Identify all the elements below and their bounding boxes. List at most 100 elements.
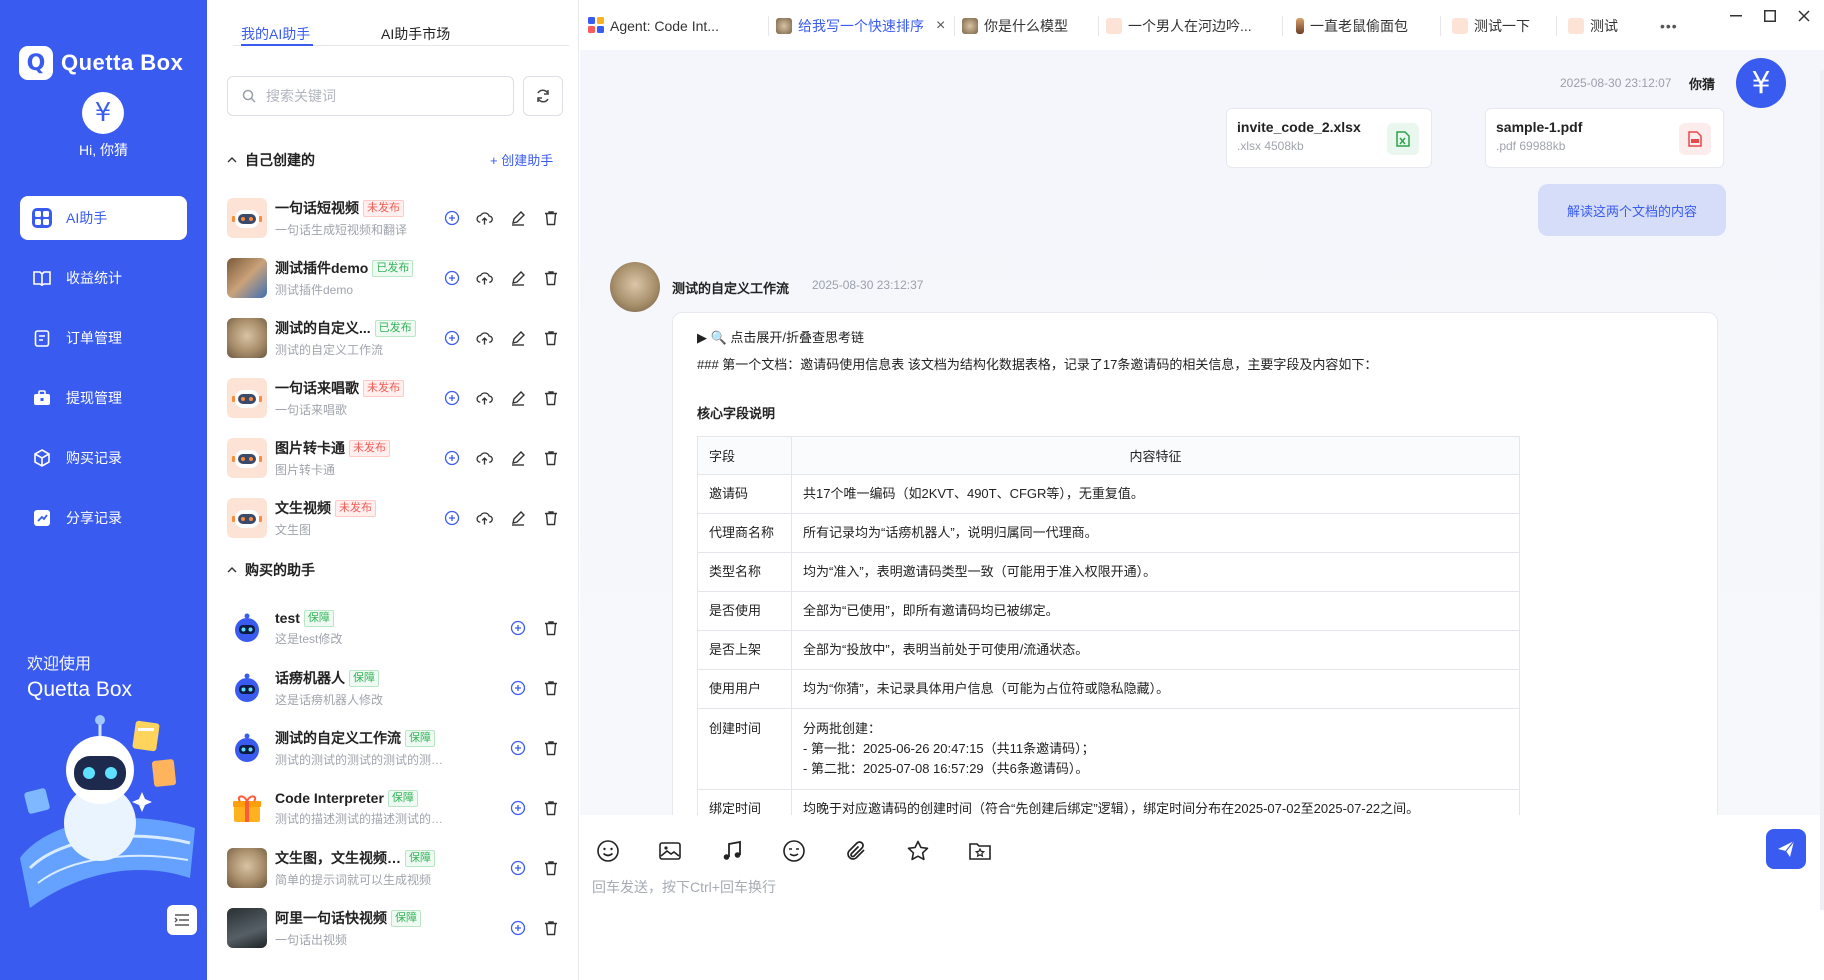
assistant-desc: 一句话来唱歌 [275,403,348,417]
nav-item-ai-assistant[interactable]: AI助手 [20,196,187,240]
folder-button[interactable] [966,837,994,865]
delete-icon[interactable] [542,210,559,227]
section-bought-toggle[interactable]: 购买的助手 [227,560,315,580]
delete-icon[interactable] [542,800,559,817]
more-tabs-button[interactable]: ••• [1660,16,1678,36]
chat-plus-icon[interactable] [443,270,460,287]
edit-icon[interactable] [509,270,526,287]
chat-plus-icon[interactable] [509,680,526,697]
close-icon[interactable]: × [936,17,945,35]
assistant-item[interactable]: 文生视频 未发布 文生图 [227,488,567,548]
nav-item-orders[interactable]: 订单管理 [20,316,187,360]
chat-plus-icon[interactable] [509,860,526,877]
chat-plus-icon[interactable] [509,800,526,817]
message-list[interactable]: 2025-08-30 23:12:07 你猜 ¥ invite_code_2.x… [580,50,1824,815]
cloud-upload-icon[interactable] [476,510,493,527]
reasoning-toggle[interactable]: ▶ 🔍 点击展开/折叠查思考链 [697,327,1693,346]
assistant-item[interactable]: test 保障 这是test修改 [227,598,567,658]
delete-icon[interactable] [542,510,559,527]
tab-test[interactable]: 测试 [1568,16,1618,36]
assistant-item[interactable]: 一句话短视频 未发布 一句话生成短视频和翻译 [227,188,567,248]
delete-icon[interactable] [542,920,559,937]
delete-icon[interactable] [542,450,559,467]
assistant-title-line: 测试的自定义工作流 保障 [275,728,445,748]
assistant-item[interactable]: Code Interpreter 保障 测试的描述测试的描述测试的描述测... [227,778,567,838]
tab-my-assistants[interactable]: 我的AI助手 [241,24,310,44]
assistant-item[interactable]: 测试的自定义... 已发布 测试的自定义工作流 [227,308,567,368]
collapse-sidebar-button[interactable] [167,905,197,935]
chat-scrollbar[interactable] [1820,70,1824,910]
assistant-desc: 测试的自定义工作流 [275,343,384,357]
assistant-item[interactable]: 图片转卡通 未发布 图片转卡通 [227,428,567,488]
edit-icon[interactable] [509,330,526,347]
table-row: 是否使用 全部为“已使用”，即所有邀请码均已被绑定。 [697,591,1520,631]
search-input[interactable] [266,88,486,104]
delete-icon[interactable] [542,680,559,697]
user-avatar[interactable]: ¥ [82,92,124,134]
assistant-meta: 话痨机器人 保障 这是话痨机器人修改 [275,668,445,708]
edit-icon[interactable] [509,510,526,527]
section-created-toggle[interactable]: 自己创建的 [227,150,315,170]
cloud-upload-icon[interactable] [476,390,493,407]
tab-quicksort[interactable]: 给我写一个快速排序 × [776,16,945,36]
image-button[interactable] [656,837,684,865]
attach-button[interactable] [842,837,870,865]
refresh-button[interactable] [523,76,563,116]
sticker-button[interactable] [780,837,808,865]
item-actions [509,740,559,757]
delete-icon[interactable] [542,390,559,407]
chat-plus-icon[interactable] [509,620,526,637]
assistant-item[interactable]: 测试插件demo 已发布 测试插件demo [227,248,567,308]
tab-assistant-market[interactable]: AI助手市场 [381,24,450,44]
assistant-title-line: 测试插件demo 已发布 [275,258,445,278]
delete-icon[interactable] [542,270,559,287]
delete-icon[interactable] [542,860,559,877]
chat-plus-icon[interactable] [443,330,460,347]
nav-item-revenue[interactable]: 收益统计 [20,256,187,300]
nav-item-withdraw[interactable]: 提现管理 [20,376,187,420]
assistant-title-line: 测试的自定义... 已发布 [275,318,445,338]
cloud-upload-icon[interactable] [476,330,493,347]
edit-icon[interactable] [509,210,526,227]
delete-icon[interactable] [542,740,559,757]
assistant-item[interactable]: 一句话来唱歌 未发布 一句话来唱歌 [227,368,567,428]
tab-mouse-bread[interactable]: 一直老鼠偷面包 [1296,16,1408,36]
composer-toolbar [594,837,994,865]
tab-man-by-river[interactable]: 一个男人在河边吟... [1106,16,1252,36]
nav-item-shares[interactable]: 分享记录 [20,496,187,540]
edit-icon[interactable] [509,390,526,407]
chat-plus-icon[interactable] [509,740,526,757]
delete-icon[interactable] [542,620,559,637]
emoji-button[interactable] [594,837,622,865]
cloud-upload-icon[interactable] [476,210,493,227]
music-button[interactable] [718,837,746,865]
minimize-button[interactable] [1726,6,1746,26]
chat-plus-icon[interactable] [509,920,526,937]
favorite-button[interactable] [904,837,932,865]
chat-plus-icon[interactable] [443,510,460,527]
send-button[interactable] [1766,829,1806,869]
assistant-item[interactable]: 文生图，文生视频，图生... 保障 简单的提示词就可以生成视频 [227,838,567,898]
assistant-item[interactable]: 阿里一句话快视频 保障 一句话出视频 [227,898,567,958]
attachment-card[interactable]: sample-1.pdf .pdf 69988kb [1485,108,1724,168]
tab-test-once[interactable]: 测试一下 [1452,16,1530,36]
assistant-item[interactable]: 话痨机器人 保障 这是话痨机器人修改 [227,658,567,718]
nav-item-purchases[interactable]: 购买记录 [20,436,187,480]
chat-plus-icon[interactable] [443,390,460,407]
close-window-button[interactable] [1794,6,1814,26]
assistant-item[interactable]: 测试的自定义工作流 保障 测试的测试的测试的测试的测试的测... [227,718,567,778]
tab-agent-code-interpreter[interactable]: Agent: Code Int... [588,16,719,36]
maximize-button[interactable] [1760,6,1780,26]
tab-which-model[interactable]: 你是什么模型 [962,16,1068,36]
cloud-upload-icon[interactable] [476,270,493,287]
assistant-name: 话痨机器人 [275,670,345,686]
attachment-card[interactable]: invite_code_2.xlsx .xlsx 4508kb [1226,108,1432,168]
chat-plus-icon[interactable] [443,450,460,467]
delete-icon[interactable] [542,330,559,347]
create-assistant-button[interactable]: + 创建助手 [490,150,553,169]
edit-icon[interactable] [509,450,526,467]
assistant-title-line: 阿里一句话快视频 保障 [275,908,445,928]
cloud-upload-icon[interactable] [476,450,493,467]
message-input[interactable] [592,877,1772,967]
chat-plus-icon[interactable] [443,210,460,227]
